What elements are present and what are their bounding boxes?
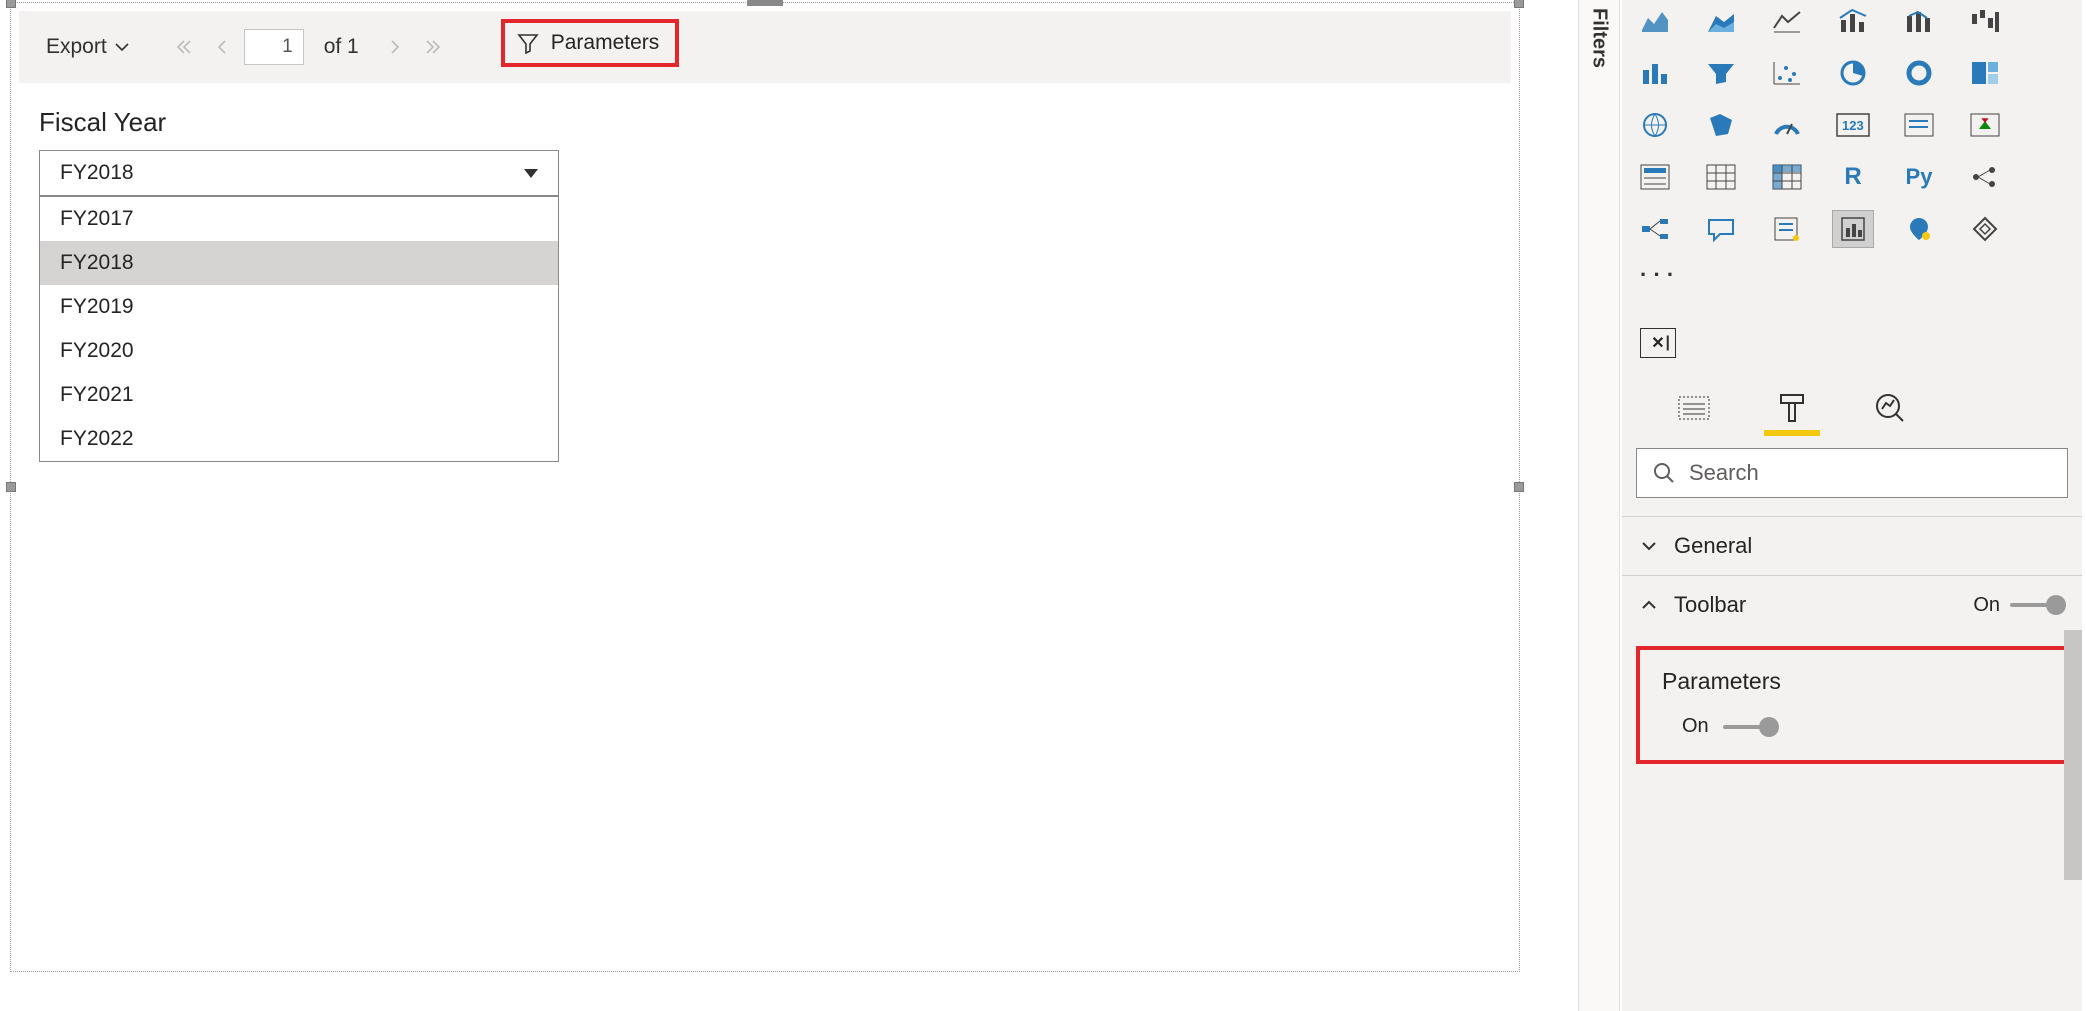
more-visuals-button[interactable]: · · · (1634, 262, 1686, 306)
scrollbar[interactable] (2064, 630, 2082, 880)
resize-handle[interactable] (1514, 0, 1524, 8)
resize-handle[interactable] (6, 0, 16, 8)
chevron-up-icon (1640, 599, 1658, 611)
viz-matrix-icon[interactable] (1766, 158, 1808, 196)
dropdown-option[interactable]: FY2018 (40, 241, 558, 285)
parameter-title: Fiscal Year (39, 107, 1491, 138)
viz-narrative-icon[interactable] (1766, 210, 1808, 248)
viz-kpi-icon[interactable] (1964, 106, 2006, 144)
viz-card-icon[interactable]: 123 (1832, 106, 1874, 144)
viz-column-chart-icon[interactable] (1634, 54, 1676, 92)
viz-funnel-icon[interactable] (1700, 54, 1742, 92)
dropdown-selected[interactable]: FY2018 (39, 150, 559, 196)
funnel-icon (517, 32, 539, 54)
viz-area-chart-icon[interactable] (1634, 2, 1676, 40)
svg-text:123: 123 (1842, 118, 1864, 133)
export-label: Export (46, 35, 107, 59)
viz-gauge-icon[interactable] (1766, 106, 1808, 144)
fiscal-year-dropdown[interactable]: FY2018 FY2017 FY2018 FY2019 FY2020 FY202… (39, 150, 559, 196)
fields-tab[interactable] (1672, 386, 1716, 430)
page-navigation: of 1 (168, 29, 449, 65)
viz-donut-icon[interactable] (1898, 54, 1940, 92)
first-page-button[interactable] (168, 33, 200, 61)
search-placeholder: Search (1689, 460, 1759, 486)
viz-decomposition-icon[interactable] (1634, 210, 1676, 248)
remove-visual-button[interactable]: ✕ (1640, 328, 1676, 358)
report-toolbar: Export of 1 (19, 11, 1511, 83)
parameters-section-label: Parameters (1662, 668, 2042, 695)
viz-r-icon[interactable]: R (1832, 158, 1874, 196)
viz-paginated-report-icon[interactable] (1832, 210, 1874, 248)
dropdown-option[interactable]: FY2021 (40, 373, 558, 417)
parameters-toggle[interactable] (1723, 725, 1777, 729)
viz-combo-chart-icon[interactable] (1832, 2, 1874, 40)
toggle-state: On (1682, 715, 1709, 738)
viz-multirow-card-icon[interactable] (1898, 106, 1940, 144)
viz-pie-icon[interactable] (1832, 54, 1874, 92)
report-body: Fiscal Year FY2018 FY2017 FY2018 FY2019 … (19, 83, 1511, 963)
viz-stacked-area-icon[interactable] (1700, 2, 1742, 40)
parameters-button[interactable]: Parameters (551, 31, 660, 55)
toolbar-toggle[interactable]: On (1973, 594, 2064, 617)
last-page-button[interactable] (417, 33, 449, 61)
search-icon (1653, 462, 1675, 484)
parameters-section-highlight: Parameters On (1636, 646, 2068, 764)
dropdown-option[interactable]: FY2022 (40, 417, 558, 461)
dropdown-list: FY2017 FY2018 FY2019 FY2020 FY2021 FY202… (39, 196, 559, 462)
next-page-button[interactable] (381, 33, 409, 61)
viz-treemap-icon[interactable] (1964, 54, 2006, 92)
viz-waterfall-icon[interactable] (1964, 2, 2006, 40)
resize-handle[interactable] (1514, 482, 1524, 492)
viz-scatter-icon[interactable] (1766, 54, 1808, 92)
viz-key-influencers-icon[interactable] (1964, 158, 2006, 196)
analytics-tab[interactable] (1868, 386, 1912, 430)
section-label: Toolbar (1674, 592, 1746, 618)
viz-arcgis-icon[interactable] (1898, 210, 1940, 248)
export-button[interactable]: Export (35, 26, 140, 68)
viz-powerapps-icon[interactable] (1964, 210, 2006, 248)
chevron-down-icon (1640, 540, 1658, 552)
prev-page-button[interactable] (208, 33, 236, 61)
dropdown-option[interactable]: FY2019 (40, 285, 558, 329)
chevron-down-icon (115, 42, 129, 52)
viz-line-chart-icon[interactable] (1766, 2, 1808, 40)
page-number-input[interactable] (244, 29, 304, 65)
format-search-input[interactable]: Search (1636, 448, 2068, 498)
toolbar-section[interactable]: Toolbar On (1622, 575, 2082, 634)
toggle-state: On (1973, 594, 2000, 617)
page-total-label: of 1 (324, 35, 359, 59)
resize-handle[interactable] (747, 0, 783, 6)
visualizations-pane: 123 R Py · · · ✕ Search (1622, 0, 2082, 1011)
viz-slicer-icon[interactable] (1634, 158, 1676, 196)
section-label: General (1674, 533, 1752, 559)
general-section[interactable]: General (1622, 516, 2082, 575)
format-tabs (1622, 364, 2082, 430)
viz-python-icon[interactable]: Py (1898, 158, 1940, 196)
chevron-down-icon (524, 169, 538, 178)
viz-filled-map-icon[interactable] (1700, 106, 1742, 144)
format-tab[interactable] (1770, 386, 1814, 430)
dropdown-option[interactable]: FY2017 (40, 197, 558, 241)
dropdown-selected-value: FY2018 (60, 161, 134, 185)
report-canvas: Export of 1 (0, 0, 1550, 1011)
dropdown-option[interactable]: FY2020 (40, 329, 558, 373)
viz-map-icon[interactable] (1634, 106, 1676, 144)
viz-table-icon[interactable] (1700, 158, 1742, 196)
viz-ribbon-icon[interactable] (1898, 2, 1940, 40)
visualization-gallery: 123 R Py · · · (1622, 0, 2082, 314)
parameters-button-highlight: Parameters (501, 19, 680, 67)
paginated-visual-frame[interactable]: Export of 1 (10, 2, 1520, 972)
filters-pane-collapsed[interactable]: Filters (1578, 0, 1620, 1011)
resize-handle[interactable] (6, 482, 16, 492)
viz-qna-icon[interactable] (1700, 210, 1742, 248)
filters-label: Filters (1588, 8, 1611, 68)
